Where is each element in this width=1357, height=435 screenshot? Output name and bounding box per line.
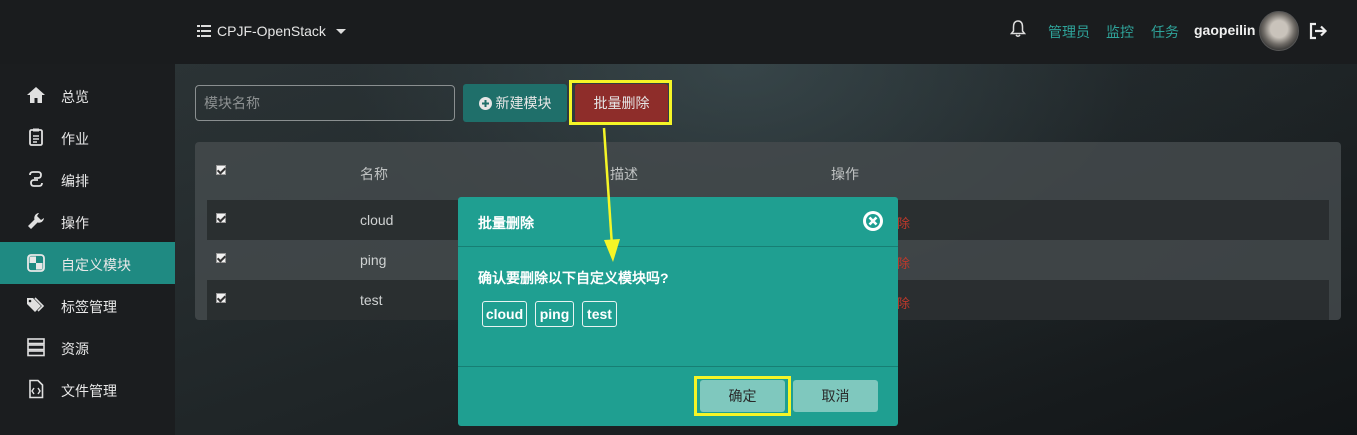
sidebar-item-resources[interactable]: 资源	[0, 326, 175, 368]
row-name: test	[360, 292, 383, 308]
plus-circle-icon	[478, 96, 492, 110]
clipboard-icon	[29, 128, 43, 146]
select-all-checkbox[interactable]	[216, 165, 226, 175]
divider	[458, 246, 898, 247]
bell-icon[interactable]	[1010, 20, 1026, 38]
sidebar-item-label: 资源	[61, 341, 89, 357]
sidebar-item-label: 编排	[61, 173, 89, 189]
caret-down-icon	[335, 28, 346, 34]
module-tag: test	[582, 301, 617, 327]
project-name: CPJF-OpenStack	[217, 23, 326, 39]
file-code-icon	[29, 379, 44, 399]
link-icon	[29, 171, 43, 187]
delete-link[interactable]: 除	[897, 293, 910, 312]
sidebar-item-label: 自定义模块	[61, 257, 131, 273]
avatar[interactable]	[1259, 11, 1299, 51]
nav-link-monitor[interactable]: 监控	[1106, 22, 1134, 42]
close-icon[interactable]	[862, 210, 884, 232]
column-header-actions: 操作	[831, 166, 859, 182]
username[interactable]: gaopeilin	[1194, 22, 1255, 38]
logout-icon[interactable]	[1308, 21, 1328, 41]
sidebar-item-jobs[interactable]: 作业	[0, 116, 175, 158]
tags-icon	[27, 297, 45, 312]
sidebar-item-operations[interactable]: 操作	[0, 200, 175, 242]
sidebar-item-tags[interactable]: 标签管理	[0, 284, 175, 326]
row-name: cloud	[360, 212, 394, 228]
sidebar-item-label: 文件管理	[61, 383, 117, 399]
server-icon	[27, 338, 45, 357]
sidebar-item-orchestration[interactable]: 编排	[0, 158, 175, 200]
wrench-icon	[28, 213, 44, 229]
list-icon	[197, 25, 211, 37]
sidebar-item-files[interactable]: 文件管理	[0, 368, 175, 410]
module-tag: cloud	[482, 301, 527, 327]
row-checkbox[interactable]	[216, 253, 226, 263]
confirm-message: 确认要删除以下自定义模块吗?	[478, 270, 669, 286]
bulk-delete-button[interactable]: 批量删除	[575, 84, 668, 122]
dialog-title: 批量删除	[478, 215, 534, 231]
new-module-button[interactable]: 新建模块	[463, 84, 567, 122]
nav-link-tasks[interactable]: 任务	[1151, 22, 1179, 42]
row-name: ping	[360, 252, 387, 268]
column-header-name: 名称	[360, 166, 388, 182]
sidebar-item-overview[interactable]: 总览	[0, 74, 175, 116]
search-input[interactable]	[195, 85, 455, 121]
cancel-button[interactable]: 取消	[793, 380, 878, 412]
home-icon	[27, 87, 45, 103]
sidebar-item-label: 标签管理	[61, 299, 117, 315]
nav-link-admin[interactable]: 管理员	[1048, 22, 1090, 42]
sidebar-item-custom-modules[interactable]: 自定义模块	[0, 242, 175, 284]
confirm-button[interactable]: 确定	[700, 380, 785, 412]
row-checkbox[interactable]	[216, 213, 226, 223]
divider	[458, 366, 898, 367]
module-tag: ping	[535, 301, 574, 327]
sidebar-item-label: 操作	[61, 215, 89, 231]
module-icon	[27, 254, 45, 272]
row-checkbox[interactable]	[216, 293, 226, 303]
delete-link[interactable]: 除	[897, 213, 910, 232]
project-selector[interactable]: CPJF-OpenStack	[197, 20, 346, 42]
sidebar-item-label: 作业	[61, 131, 89, 147]
column-header-description: 描述	[610, 166, 638, 182]
delete-link[interactable]: 除	[897, 253, 910, 272]
sidebar-item-label: 总览	[61, 89, 89, 105]
new-module-label: 新建模块	[495, 95, 552, 111]
